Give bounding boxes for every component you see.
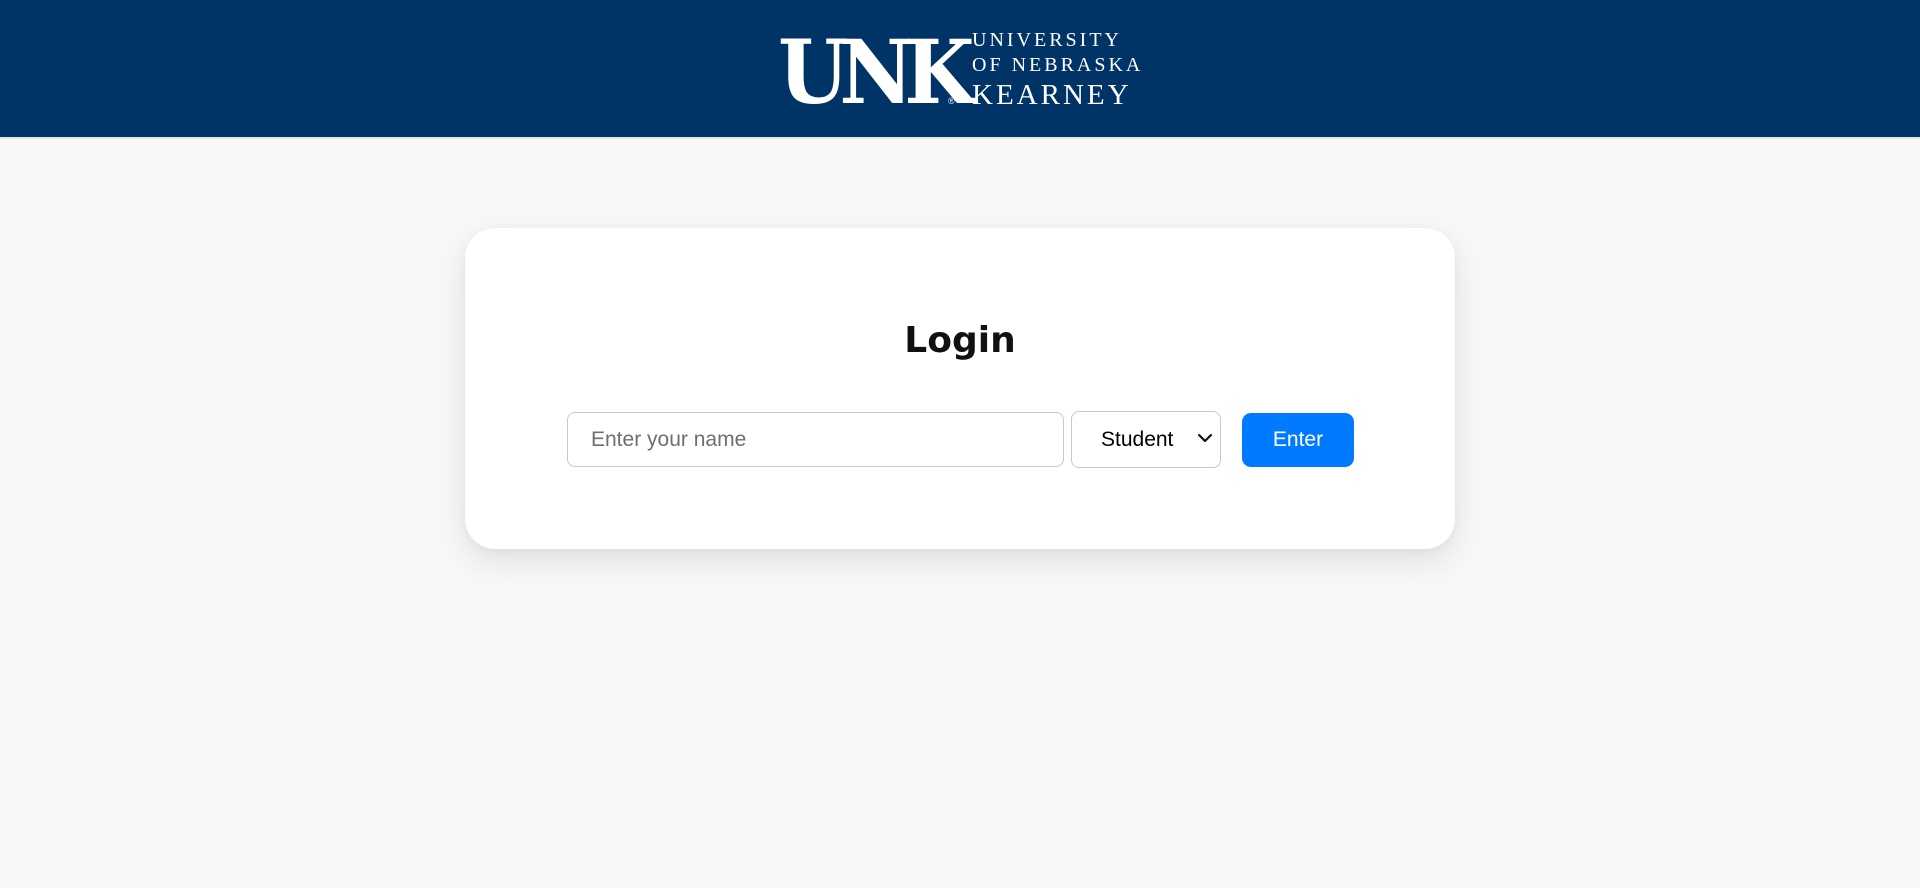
enter-button[interactable]: Enter [1242, 413, 1354, 467]
logo-line-university: UNIVERSITY [972, 29, 1122, 51]
logo-registered-mark: ® [948, 96, 955, 106]
role-select-value: Student [1101, 427, 1174, 451]
logo-line-of-nebraska: OF NEBRASKA [972, 54, 1144, 76]
page-title: Login [904, 320, 1016, 361]
name-input[interactable] [567, 412, 1064, 467]
login-card: Login Student Enter [465, 228, 1455, 549]
site-header: UNK ® UNIVERSITY OF NEBRASKA KEARNEY [0, 0, 1920, 139]
logo-wordmark: UNIVERSITY OF NEBRASKA KEARNEY [972, 30, 1143, 110]
unk-logo[interactable]: UNK ® UNIVERSITY OF NEBRASKA KEARNEY [778, 20, 1144, 124]
logo-line-kearney: KEARNEY [972, 79, 1132, 111]
logo-mark: UNK [778, 20, 975, 124]
chevron-down-icon [1197, 433, 1213, 443]
role-select[interactable]: Student [1071, 411, 1221, 468]
